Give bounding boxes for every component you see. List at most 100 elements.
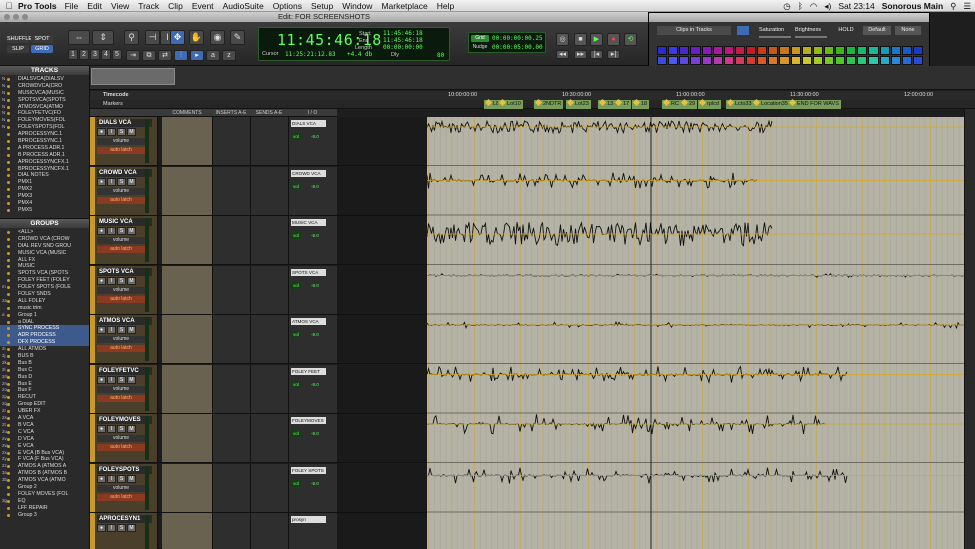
color-swatch[interactable] xyxy=(790,46,801,55)
input-monitor-button[interactable]: I xyxy=(107,227,116,235)
automation-mode-select[interactable]: auto latch xyxy=(97,394,145,402)
slip-mode-button[interactable]: SLIP xyxy=(7,45,29,53)
show-hide-dot-icon[interactable] xyxy=(7,112,10,116)
solo-button[interactable]: S xyxy=(117,128,126,136)
menu-audiosuite[interactable]: AudioSuite xyxy=(223,1,264,11)
show-hide-dot-icon[interactable] xyxy=(7,293,10,297)
track-comments[interactable] xyxy=(162,513,212,549)
marker[interactable]: RC xyxy=(662,100,681,109)
show-hide-dot-icon[interactable] xyxy=(7,355,10,359)
close-window-icon[interactable] xyxy=(4,14,10,20)
track-sends[interactable] xyxy=(250,166,288,215)
show-hide-dot-icon[interactable] xyxy=(7,368,10,372)
track-view-select[interactable]: volume xyxy=(97,187,145,195)
overview-visible-area[interactable] xyxy=(91,68,175,85)
color-swatch[interactable] xyxy=(812,56,823,65)
online-icon[interactable]: ◎ xyxy=(556,33,569,46)
list-item[interactable]: 2m Bus D xyxy=(0,374,89,381)
track-name[interactable]: ATMOS VCA xyxy=(97,317,152,325)
input-monitor-button[interactable]: I xyxy=(107,524,116,532)
zoom-preset-2-button[interactable]: 2 xyxy=(79,49,89,60)
show-hide-dot-icon[interactable] xyxy=(7,84,10,88)
solo-button[interactable]: S xyxy=(117,227,126,235)
show-hide-dot-icon[interactable] xyxy=(7,299,10,303)
track-sends[interactable] xyxy=(250,463,288,512)
edit-window-titlebar[interactable]: Edit: FOR SCREENSHOTS xyxy=(0,12,648,22)
mute-button[interactable]: M xyxy=(127,326,136,334)
hold-button[interactable]: HOLD xyxy=(835,26,857,35)
track-inserts[interactable] xyxy=(212,265,250,314)
time-machine-icon[interactable]: ◷ xyxy=(783,1,790,12)
track-view-select[interactable]: volume xyxy=(97,286,145,294)
automation-mode-select[interactable]: auto latch xyxy=(97,147,145,154)
volume-value[interactable]: -8.0 xyxy=(311,430,319,437)
record-enable-button[interactable]: ● xyxy=(97,425,106,433)
list-item[interactable]: PMX4 xyxy=(0,200,89,207)
mute-button[interactable]: M xyxy=(127,276,136,285)
show-hide-dot-icon[interactable] xyxy=(7,119,10,123)
show-hide-dot-icon[interactable] xyxy=(7,417,10,421)
show-hide-dot-icon[interactable] xyxy=(7,341,10,345)
start-value[interactable]: 11:45:46:18 xyxy=(383,30,423,37)
show-hide-dot-icon[interactable] xyxy=(7,140,10,144)
color-swatch[interactable] xyxy=(801,56,812,65)
color-swatch[interactable] xyxy=(679,46,690,55)
list-item[interactable]: N SPOTSVCA(SPOTS xyxy=(0,97,89,104)
list-item[interactable]: LFF REPAIR xyxy=(0,505,89,512)
color-swatch[interactable] xyxy=(690,56,701,65)
rewind-icon[interactable]: ◂◂ xyxy=(556,50,569,59)
track-name[interactable]: FOLEYMOVES xyxy=(97,416,152,424)
track-name[interactable]: FOLEYFETVC xyxy=(97,366,152,375)
mute-button[interactable]: M xyxy=(127,177,136,186)
track-sends[interactable] xyxy=(250,414,288,462)
track-comments[interactable] xyxy=(162,414,212,462)
track-name[interactable]: APROCESYN1 xyxy=(97,515,152,523)
color-swatch[interactable] xyxy=(812,46,823,55)
mirror-midi-icon[interactable]: ⇄ xyxy=(158,50,172,61)
color-swatch[interactable] xyxy=(890,56,901,65)
input-monitor-button[interactable]: I xyxy=(107,177,116,186)
list-item[interactable]: Group 2 xyxy=(0,484,89,491)
track-view-select[interactable]: volume xyxy=(97,385,145,393)
list-item[interactable]: a Group 1 xyxy=(0,312,89,319)
color-swatch[interactable] xyxy=(879,56,890,65)
list-item[interactable]: 2t B VCA xyxy=(0,422,89,429)
track-sends[interactable] xyxy=(250,117,288,165)
fast-forward-icon[interactable]: ▸▸ xyxy=(574,50,587,59)
track-inserts[interactable] xyxy=(212,216,250,264)
solo-button[interactable]: S xyxy=(117,474,126,483)
show-hide-dot-icon[interactable] xyxy=(7,361,10,365)
color-swatch[interactable] xyxy=(868,56,879,65)
track-inserts[interactable] xyxy=(212,364,250,413)
smart-tool-icon[interactable]: ✥ xyxy=(170,30,185,45)
color-swatch[interactable] xyxy=(701,46,712,55)
track-name[interactable]: DIALS VCA xyxy=(97,119,152,127)
color-swatch[interactable] xyxy=(657,46,668,55)
track-comments[interactable] xyxy=(162,166,212,215)
grid-label[interactable]: Grid xyxy=(471,35,489,42)
color-swatch[interactable] xyxy=(746,46,757,55)
show-hide-dot-icon[interactable] xyxy=(7,286,10,290)
show-hide-dot-icon[interactable] xyxy=(7,237,10,241)
zoom-preset-5-button[interactable]: 5 xyxy=(112,49,122,60)
volume-value[interactable]: -8.0 xyxy=(311,282,319,289)
mute-button[interactable]: M xyxy=(127,227,136,235)
marker[interactable]: Lot10 xyxy=(498,100,523,109)
show-hide-dot-icon[interactable] xyxy=(7,244,10,248)
timecode-ruler[interactable]: Timecode 10:00:00:00 10:30:00:00 11:00:0… xyxy=(90,91,975,100)
notification-center-icon[interactable]: ☰ xyxy=(963,1,971,12)
zoom-window-icon[interactable] xyxy=(22,14,28,20)
mute-button[interactable]: M xyxy=(127,474,136,483)
track-comments[interactable] xyxy=(162,315,212,363)
list-item[interactable]: 3b ATMOS VCA (ATMO xyxy=(0,477,89,484)
color-swatch[interactable] xyxy=(723,56,734,65)
show-hide-dot-icon[interactable] xyxy=(7,133,10,137)
volume-value[interactable]: -8.0 xyxy=(311,381,319,388)
color-swatch[interactable] xyxy=(668,56,679,65)
show-hide-dot-icon[interactable] xyxy=(7,499,10,503)
color-swatch[interactable] xyxy=(712,46,723,55)
go-to-start-icon[interactable]: |◂ xyxy=(590,50,603,59)
apply-to-channel-strip-toggle[interactable] xyxy=(737,26,749,35)
show-hide-dot-icon[interactable] xyxy=(7,181,10,185)
list-item[interactable]: 2k Bus B xyxy=(0,360,89,367)
